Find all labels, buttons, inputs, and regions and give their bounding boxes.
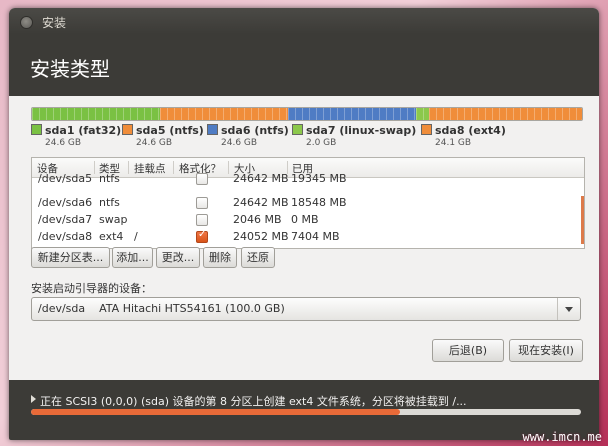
table-row[interactable]: /dev/sda5 ntfs 24642 MB 19345 MB [32, 170, 584, 186]
legend-item-sda5: sda5 (ntfs) 24.6 GB [122, 124, 204, 148]
cell-type: ntfs [99, 196, 120, 209]
add-partition-button[interactable]: 添加... [112, 247, 153, 268]
progress-bar-fill [31, 409, 400, 415]
table-scrollbar[interactable] [581, 196, 584, 244]
cell-mount: / [134, 230, 138, 243]
cell-size: 24052 MB [233, 230, 289, 243]
legend-item-sda1: sda1 (fat32) 24.6 GB [31, 124, 122, 148]
format-checkbox[interactable] [196, 173, 208, 185]
revert-button[interactable]: 还原 [241, 247, 275, 268]
page-header: 安装类型 [9, 34, 599, 96]
legend-name: sda6 (ntfs) [221, 124, 289, 137]
legend-name: sda8 (ext4) [435, 124, 506, 137]
cell-used: 7404 MB [291, 230, 340, 243]
partition-bar [31, 107, 583, 121]
legend-swatch [421, 124, 432, 135]
delete-partition-button[interactable]: 删除 [203, 247, 237, 268]
table-row[interactable]: /dev/sda6 ntfs 24642 MB 18548 MB [32, 194, 584, 210]
chevron-down-icon[interactable] [557, 298, 580, 320]
legend-name: sda1 (fat32) [45, 124, 122, 137]
installer-window: 安装 安装类型 sda1 (fat32) 24.6 GB sda5 (ntfs)… [9, 8, 599, 440]
expand-arrow-icon[interactable] [31, 395, 36, 403]
bootloader-label: 安装启动引导器的设备： [31, 282, 152, 295]
table-row[interactable]: /dev/sda7 swap 2046 MB 0 MB [32, 211, 584, 227]
cell-used: 0 MB [291, 213, 319, 226]
format-checkbox-checked[interactable] [196, 229, 208, 243]
cell-device: /dev/sda7 [38, 213, 93, 226]
format-checkbox[interactable] [196, 214, 208, 226]
partition-segment [415, 108, 429, 120]
partition-segment [287, 108, 416, 120]
bootloader-selected-value: /dev/sda ATA Hitachi HTS54161 (100.0 GB) [38, 302, 285, 315]
partition-legend: sda1 (fat32) 24.6 GB sda5 (ntfs) 24.6 GB… [31, 124, 591, 154]
format-checkbox[interactable] [196, 197, 208, 209]
new-partition-table-button[interactable]: 新建分区表... [31, 247, 110, 268]
legend-swatch [207, 124, 218, 135]
cell-device: /dev/sda6 [38, 196, 93, 209]
watermark: www.imcn.me [522, 430, 602, 444]
change-partition-button[interactable]: 更改... [156, 247, 200, 268]
legend-size: 24.6 GB [45, 138, 82, 148]
legend-name: sda5 (ntfs) [136, 124, 204, 137]
legend-item-sda6: sda6 (ntfs) 24.6 GB [207, 124, 289, 148]
cell-size: 24642 MB [233, 196, 289, 209]
partition-segment [428, 108, 582, 120]
cell-type: ext4 [99, 230, 124, 243]
partition-segment [159, 108, 288, 120]
bootloader-device-select[interactable]: /dev/sda ATA Hitachi HTS54161 (100.0 GB) [31, 297, 581, 321]
back-button[interactable]: 后退(B) [432, 339, 504, 362]
partition-segment [32, 108, 160, 120]
cell-size: 2046 MB [233, 213, 282, 226]
cell-used: 19345 MB [291, 172, 347, 185]
cell-device: /dev/sda8 [38, 230, 93, 243]
legend-size: 24.6 GB [221, 138, 258, 148]
cell-type: ntfs [99, 172, 120, 185]
cell-used: 18548 MB [291, 196, 347, 209]
cell-type: swap [99, 213, 128, 226]
title-bar: 安装 [9, 8, 599, 34]
progress-panel: 正在 SCSI3 (0,0,0) (sda) 设备的第 8 分区上创建 ext4… [9, 380, 599, 440]
window-title: 安装 [42, 16, 67, 30]
legend-size: 24.1 GB [435, 138, 472, 148]
legend-name: sda7 (linux-swap) [306, 124, 417, 137]
legend-item-sda7: sda7 (linux-swap) 2.0 GB [292, 124, 417, 148]
progress-bar [31, 409, 581, 415]
install-now-button[interactable]: 现在安装(I) [509, 339, 583, 362]
close-window-button[interactable] [20, 16, 33, 29]
page-title: 安装类型 [30, 57, 110, 81]
table-row-selected[interactable]: /dev/sda8 ext4 / 24052 MB 7404 MB [32, 228, 584, 244]
legend-size: 2.0 GB [306, 138, 337, 148]
legend-swatch [31, 124, 42, 135]
legend-swatch [292, 124, 303, 135]
partition-table: 设备 类型 挂载点 格式化？ 大小 已用 /dev/sda5 ntfs 2464… [31, 157, 585, 249]
cell-device: /dev/sda5 [38, 172, 93, 185]
cell-size: 24642 MB [233, 172, 289, 185]
legend-item-sda8: sda8 (ext4) 24.1 GB [421, 124, 506, 148]
legend-swatch [122, 124, 133, 135]
legend-size: 24.6 GB [136, 138, 173, 148]
progress-status-text: 正在 SCSI3 (0,0,0) (sda) 设备的第 8 分区上创建 ext4… [40, 395, 467, 408]
